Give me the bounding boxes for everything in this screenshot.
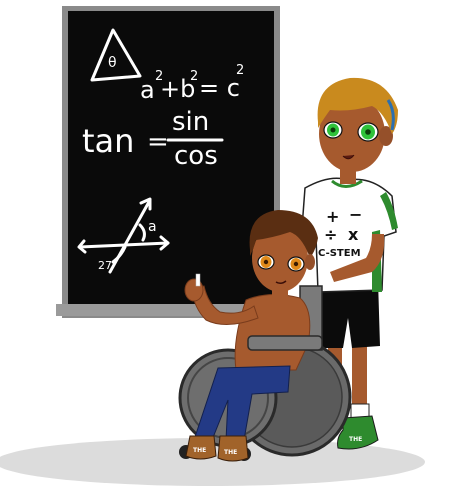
shirt-times: x (348, 225, 359, 244)
cos-label: cos (174, 141, 218, 171)
shirt-plus: + (326, 207, 339, 226)
theta-label: θ (108, 55, 117, 71)
pythagorean-a: a (140, 76, 155, 104)
wheelchair-armrest (247, 335, 323, 351)
shirt-stem-label: C-STEM (318, 248, 361, 259)
shirt-divide: ÷ (324, 225, 337, 244)
chalk-stick (195, 273, 201, 287)
illustration-scene: θ a 2 +b 2 = c 2 tan = sin cos a 27° THE… (0, 6, 425, 486)
angle-a-label: a (148, 219, 157, 235)
shirt-minus: − (349, 205, 362, 224)
seated-boy-ear (305, 254, 315, 270)
seated-boy-hand (184, 278, 204, 302)
seated-boy-torso (234, 294, 311, 371)
chalkboard: θ a 2 +b 2 = c 2 tan = sin cos a 27° (56, 6, 286, 318)
pythagorean-equals-c: = c (199, 74, 240, 102)
pythagorean-b-exponent: 2 (190, 69, 198, 84)
angle-27-label: 27° (98, 259, 118, 272)
pythagorean-c-exponent: 2 (236, 63, 244, 78)
tan-label: tan (82, 122, 134, 160)
tan-equals: = (147, 127, 169, 157)
seated-shoe-left-text: THE (193, 447, 206, 454)
standing-shoe-text: THE (349, 436, 362, 443)
seated-shoe-right-text: THE (224, 449, 237, 456)
sin-label: sin (172, 107, 209, 137)
